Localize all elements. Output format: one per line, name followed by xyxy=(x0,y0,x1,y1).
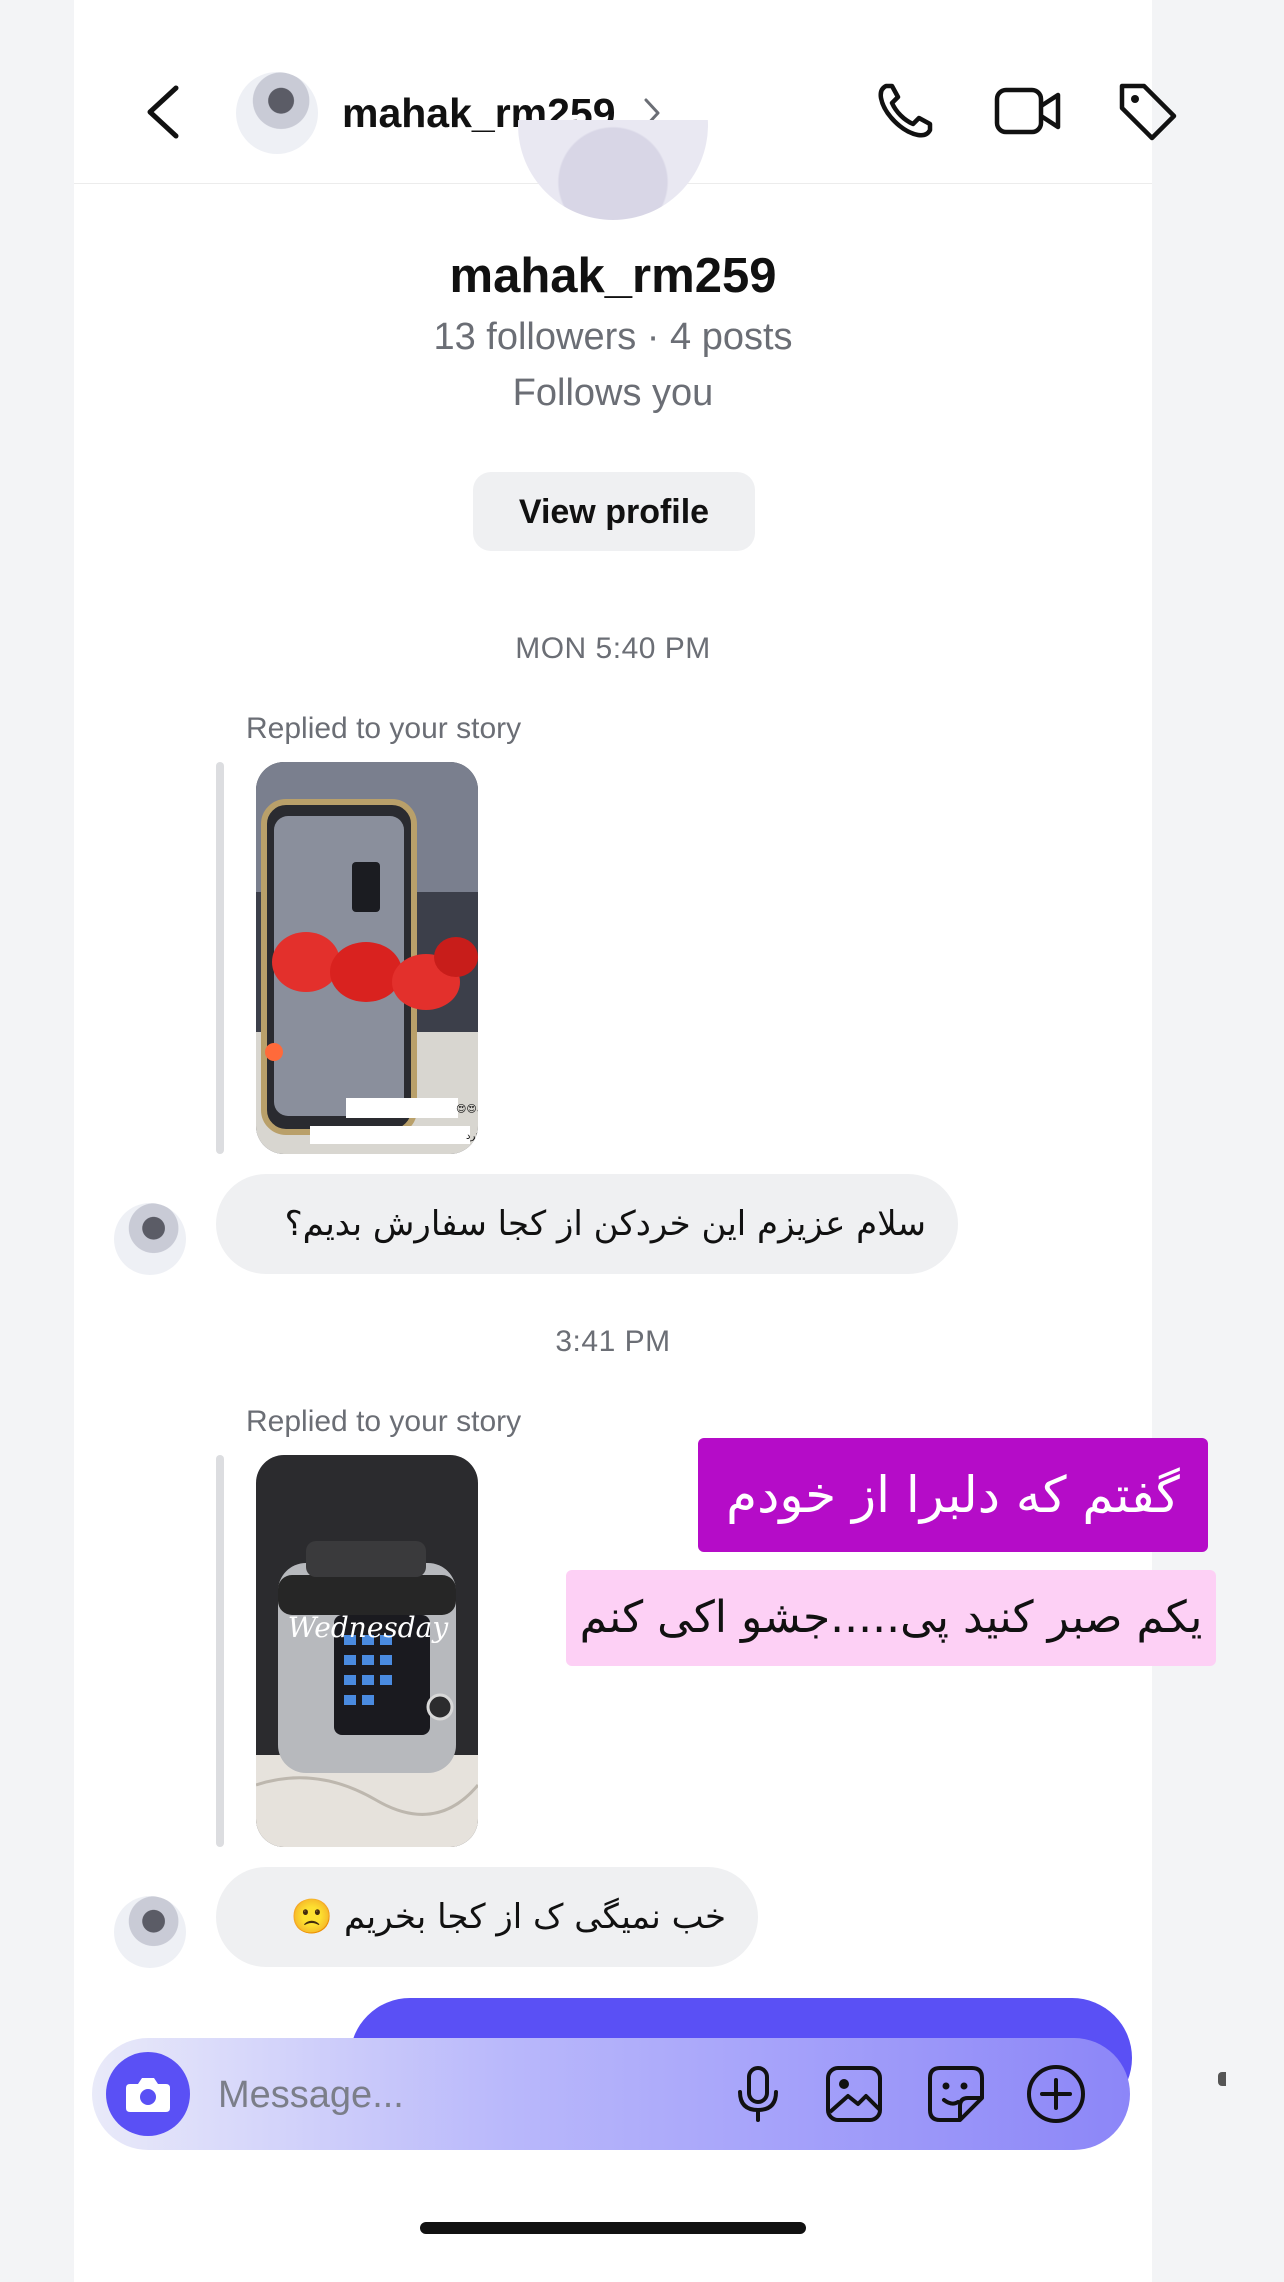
replied-to-story-label: Replied to your story xyxy=(246,712,522,745)
story-thumbnail[interactable]: چقدر خرد کن جدیدای ویکتور خوشگله😍😍 کیک ت… xyxy=(256,762,478,1154)
view-profile-button[interactable]: View profile xyxy=(473,472,755,551)
message-composer xyxy=(92,2038,1130,2150)
message-bubble[interactable]: سلام عزیزم این خردکن از کجا سفارش بدیم؟ xyxy=(216,1174,958,1274)
follows-you-label: Follows you xyxy=(512,372,714,414)
profile-stats: 13 followers · 4 posts xyxy=(433,316,793,358)
story-caption: کیک تازه رو ببین چقدر فوری پودر کرد xyxy=(466,1131,478,1142)
home-indicator xyxy=(420,2222,806,2234)
camera-button[interactable] xyxy=(106,2052,190,2136)
story-image: Wednesday xyxy=(256,1455,478,1847)
replied-to-story-label: Replied to your story xyxy=(246,1405,522,1438)
back-icon[interactable] xyxy=(138,82,188,142)
add-icon[interactable] xyxy=(1024,2062,1088,2126)
tag-icon[interactable] xyxy=(1114,78,1180,144)
video-icon[interactable] xyxy=(992,78,1064,144)
profile-name: mahak_rm259 xyxy=(449,249,777,303)
gallery-icon[interactable] xyxy=(822,2062,886,2126)
scroll-indicator xyxy=(1218,2072,1226,2086)
sticker-icon[interactable] xyxy=(924,2062,988,2126)
chat-screen: mahak_rm259 mahak_rm259 13 followers · 4… xyxy=(74,0,1226,2282)
sender-avatar[interactable] xyxy=(114,1896,186,1968)
timestamp: MON 5:40 PM xyxy=(515,632,711,665)
avatar[interactable] xyxy=(236,72,318,154)
reply-indicator-bar xyxy=(216,1455,224,1847)
story-caption: چقدر خرد کن جدیدای ویکتور خوشگله😍😍 xyxy=(456,1103,478,1115)
microphone-icon[interactable] xyxy=(726,2062,790,2126)
story-thumbnail[interactable]: Wednesday xyxy=(256,1455,478,1847)
sticker-text-overlay: یکم صبر کنید پی.....جشو اکی کنم xyxy=(566,1570,1216,1666)
story-image: چقدر خرد کن جدیدای ویکتور خوشگله😍😍 کیک ت… xyxy=(256,762,478,1154)
phone-icon[interactable] xyxy=(872,78,938,144)
reply-indicator-bar xyxy=(216,762,224,1154)
message-bubble[interactable]: خب نمیگی ک از کجا بخریم 🙁 xyxy=(216,1867,758,1967)
sticker-text-overlay: گفتم که دلبرا از خودم xyxy=(698,1438,1208,1552)
story-text: Wednesday xyxy=(288,1611,450,1644)
sender-avatar[interactable] xyxy=(114,1203,186,1275)
message-input[interactable] xyxy=(216,2062,600,2128)
timestamp: 3:41 PM xyxy=(555,1325,671,1358)
profile-avatar xyxy=(518,120,708,220)
camera-icon xyxy=(126,2078,170,2112)
